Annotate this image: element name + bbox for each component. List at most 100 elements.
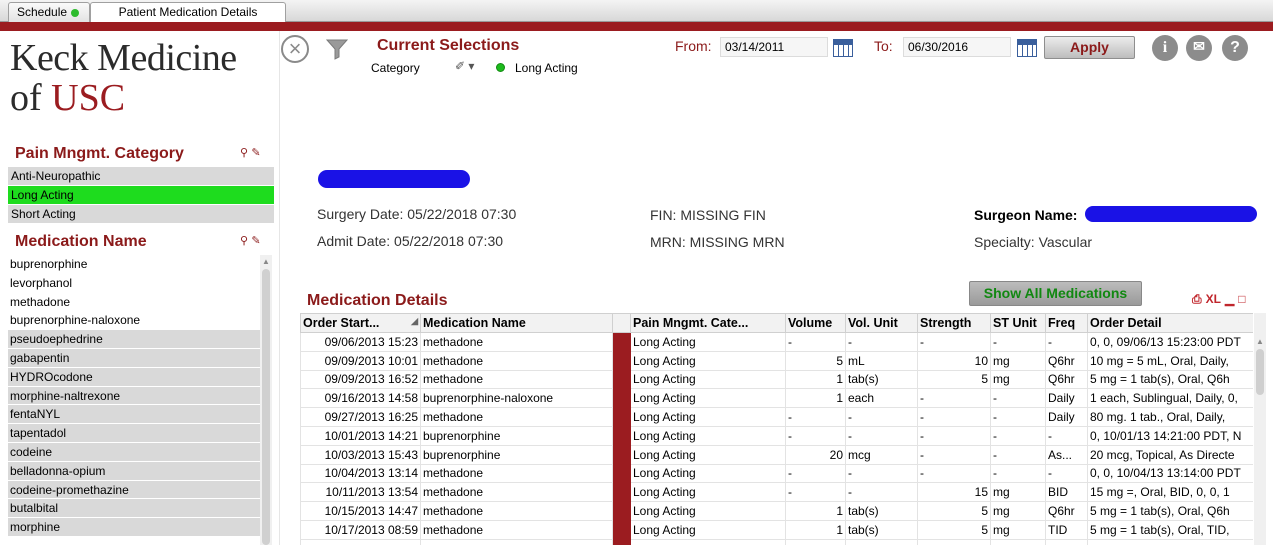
table-row[interactable]: 09/09/2013 10:01 methadone Long Acting 5 mL 1… (300, 350, 1253, 371)
table-row[interactable] (300, 538, 1253, 545)
list-item[interactable]: buprenorphine-naloxone (8, 311, 260, 331)
column-header[interactable]: Vol. Unit (845, 313, 918, 333)
to-date-input[interactable]: 06/30/2016 (903, 37, 1011, 57)
table-cell: 5 mg = 1 tab(s), Oral, Q6h (1087, 501, 1253, 521)
table-row[interactable]: 10/11/2013 13:54 methadone Long Acting - -15… (300, 482, 1253, 503)
list-item[interactable]: butalbital (8, 499, 260, 519)
list-item[interactable]: Short Acting (8, 205, 274, 224)
table-row[interactable]: 10/01/2013 14:21 buprenorphine Long Acting… (300, 425, 1253, 446)
list-item[interactable]: levorphanol (8, 274, 260, 293)
logo-line-1: Keck Medicine (10, 37, 237, 79)
column-header[interactable]: Strength (917, 313, 991, 333)
table-cell: - (845, 425, 918, 446)
panel-divider (279, 31, 280, 545)
table-row[interactable]: 10/04/2013 13:14 methadone Long Acting - - - -… (300, 463, 1253, 484)
scroll-thumb[interactable] (262, 269, 270, 545)
list-item[interactable]: buprenorphine (8, 255, 260, 274)
table-row[interactable]: 10/03/2013 15:43 buprenorphine Long Acting… (300, 444, 1253, 465)
category-color-cell (612, 463, 631, 484)
medication-name-title: Medication Name (15, 233, 147, 250)
table-cell: methadone (420, 332, 613, 352)
scroll-thumb[interactable] (1256, 349, 1264, 395)
clear-selection-icon[interactable]: ✎ (250, 146, 262, 159)
show-all-medications-button[interactable]: Show All Medications (969, 281, 1142, 306)
table-cell: - (845, 463, 918, 484)
table-cell: 10/04/2013 13:14 (300, 463, 421, 484)
mail-icon[interactable]: ✉ (1186, 35, 1212, 61)
table-cell: 09/16/2013 14:58 (300, 388, 421, 409)
eraser-dropdown-icon[interactable]: ✐ ▾ (455, 59, 474, 73)
pain-category-list: Anti-Neuropathic Long Acting Short Actin… (8, 167, 274, 224)
tab-patient-medication-details[interactable]: Patient Medication Details (90, 2, 286, 23)
category-color-cell (612, 538, 631, 545)
list-item[interactable]: morphine (8, 518, 260, 537)
list-item[interactable]: pseudoephedrine (8, 330, 260, 349)
list-item[interactable]: belladonna-opium (8, 461, 260, 481)
table-row[interactable]: 10/15/2013 14:47 methadone Long Acting 1 tab… (300, 501, 1253, 521)
table-cell (990, 538, 1046, 545)
table-row[interactable]: 09/16/2013 14:58 buprenorphine-naloxone Lo… (300, 388, 1253, 409)
list-item[interactable]: codeine (8, 442, 260, 462)
column-header[interactable]: Order Start... ◢ (300, 313, 421, 333)
table-row[interactable]: 09/09/2013 16:52 methadone Long Acting 1 tab… (300, 369, 1253, 390)
list-item[interactable]: fentaNYL (8, 405, 260, 425)
table-cell: 5 (785, 350, 846, 371)
status-dot-icon (71, 8, 80, 17)
table-row[interactable]: 09/27/2013 16:25 methadone Long Acting - - - -… (300, 407, 1253, 427)
list-item[interactable]: gabapentin (8, 348, 260, 368)
table-header-row: Order Start... ◢ Medication Name Pain Mngmt… (300, 313, 1253, 333)
maximize-icon[interactable]: □ (1238, 292, 1245, 306)
column-header[interactable]: Freq (1045, 313, 1088, 333)
scroll-up-icon[interactable]: ▲ (1256, 337, 1264, 346)
current-selections-title: Current Selections (377, 37, 520, 54)
tab-schedule[interactable]: Schedule (8, 2, 90, 22)
column-header[interactable]: ST Unit (990, 313, 1046, 333)
table-cell: Long Acting (630, 388, 786, 409)
list-item[interactable]: methadone (8, 293, 260, 312)
sheet-tab-strip: Schedule Patient Medication Details (0, 0, 1273, 23)
from-date-input[interactable]: 03/14/2011 (720, 37, 828, 57)
table-row[interactable]: 09/06/2013 15:23 methadone Long Acting - - - -… (300, 332, 1253, 352)
column-header[interactable] (612, 313, 631, 333)
list-item[interactable]: Long Acting (8, 186, 274, 205)
search-icon[interactable]: ⚲ (238, 234, 250, 247)
table-cell (785, 538, 846, 545)
column-header[interactable]: Order Detail (1087, 313, 1253, 333)
clear-selections-icon[interactable]: × (281, 35, 309, 63)
help-icon[interactable]: ? (1222, 35, 1248, 61)
list-item[interactable]: tapentadol (8, 424, 260, 443)
print-icon[interactable]: ⎙ (1192, 292, 1202, 306)
scroll-up-icon[interactable]: ▲ (262, 257, 270, 266)
info-icon[interactable]: i (1152, 35, 1178, 61)
filter-icon[interactable] (326, 38, 348, 60)
list-item[interactable]: HYDROcodone (8, 367, 260, 387)
table-cell: 1 (785, 519, 846, 540)
column-header[interactable]: Medication Name (420, 313, 613, 333)
apply-button[interactable]: Apply (1044, 36, 1135, 59)
clear-selection-icon[interactable]: ✎ (250, 234, 262, 247)
table-cell: 80 mg. 1 tab., Oral, Daily, (1087, 407, 1253, 427)
table-cell: Long Acting (630, 350, 786, 371)
tab-patient-medication-details-label: Patient Medication Details (118, 5, 258, 19)
column-header[interactable]: Pain Mngmt. Cate... (630, 313, 786, 333)
category-color-cell (612, 369, 631, 390)
medication-list-scrollbar[interactable]: ▲ (260, 255, 272, 545)
table-cell: Long Acting (630, 425, 786, 446)
table-scrollbar[interactable]: ▲ (1254, 313, 1266, 545)
table-cell: each (845, 388, 918, 409)
column-header[interactable]: Volume (785, 313, 846, 333)
calendar-icon[interactable] (1017, 39, 1037, 57)
search-icon[interactable]: ⚲ (238, 146, 250, 159)
sort-icon[interactable]: ◢ (411, 316, 418, 327)
calendar-icon[interactable] (833, 39, 853, 57)
export-excel-icon[interactable]: XL (1206, 292, 1221, 306)
table-cell: - (917, 425, 991, 446)
list-item[interactable]: Anti-Neuropathic (8, 167, 274, 186)
table-cell: tab(s) (845, 369, 918, 390)
list-item[interactable]: morphine-naltrexone (8, 386, 260, 406)
minimize-icon[interactable]: ▁ (1225, 292, 1234, 306)
table-cell: - (785, 463, 846, 484)
table-row[interactable]: 10/17/2013 08:59 methadone Long Acting 1 tab… (300, 519, 1253, 540)
list-item[interactable]: codeine-promethazine (8, 480, 260, 500)
table-cell: - (990, 463, 1046, 484)
